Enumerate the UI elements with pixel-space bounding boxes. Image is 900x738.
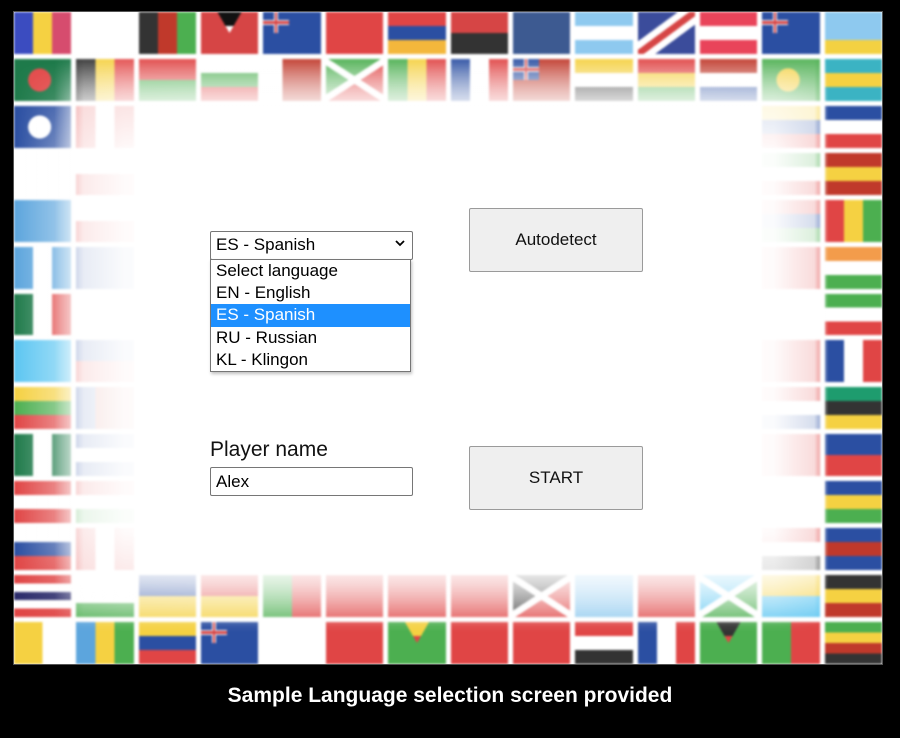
language-option-en[interactable]: EN - English bbox=[211, 282, 410, 304]
screenshot-caption: Sample Language selection screen provide… bbox=[227, 684, 673, 707]
language-selection-panel: ES ES - Spanish Select language EN - Eng… bbox=[14, 12, 882, 664]
language-option-select[interactable]: Select language bbox=[211, 260, 410, 282]
player-name-label: Player name bbox=[210, 438, 328, 461]
start-button[interactable]: START bbox=[469, 446, 643, 510]
autodetect-button[interactable]: Autodetect bbox=[469, 208, 643, 272]
player-name-input[interactable] bbox=[210, 467, 413, 496]
language-select[interactable]: ES - Spanish bbox=[210, 231, 413, 260]
language-option-ru[interactable]: RU - Russian bbox=[211, 327, 410, 349]
chevron-down-icon bbox=[394, 237, 406, 249]
language-option-es[interactable]: ES - Spanish bbox=[211, 304, 410, 327]
game-window: ES ES - Spanish Select language EN - Eng… bbox=[14, 12, 882, 664]
language-dropdown-list: Select language EN - English ES - Spanis… bbox=[210, 259, 411, 372]
language-select-value: ES - Spanish bbox=[216, 235, 316, 254]
language-option-kl[interactable]: KL - Klingon bbox=[211, 349, 410, 371]
